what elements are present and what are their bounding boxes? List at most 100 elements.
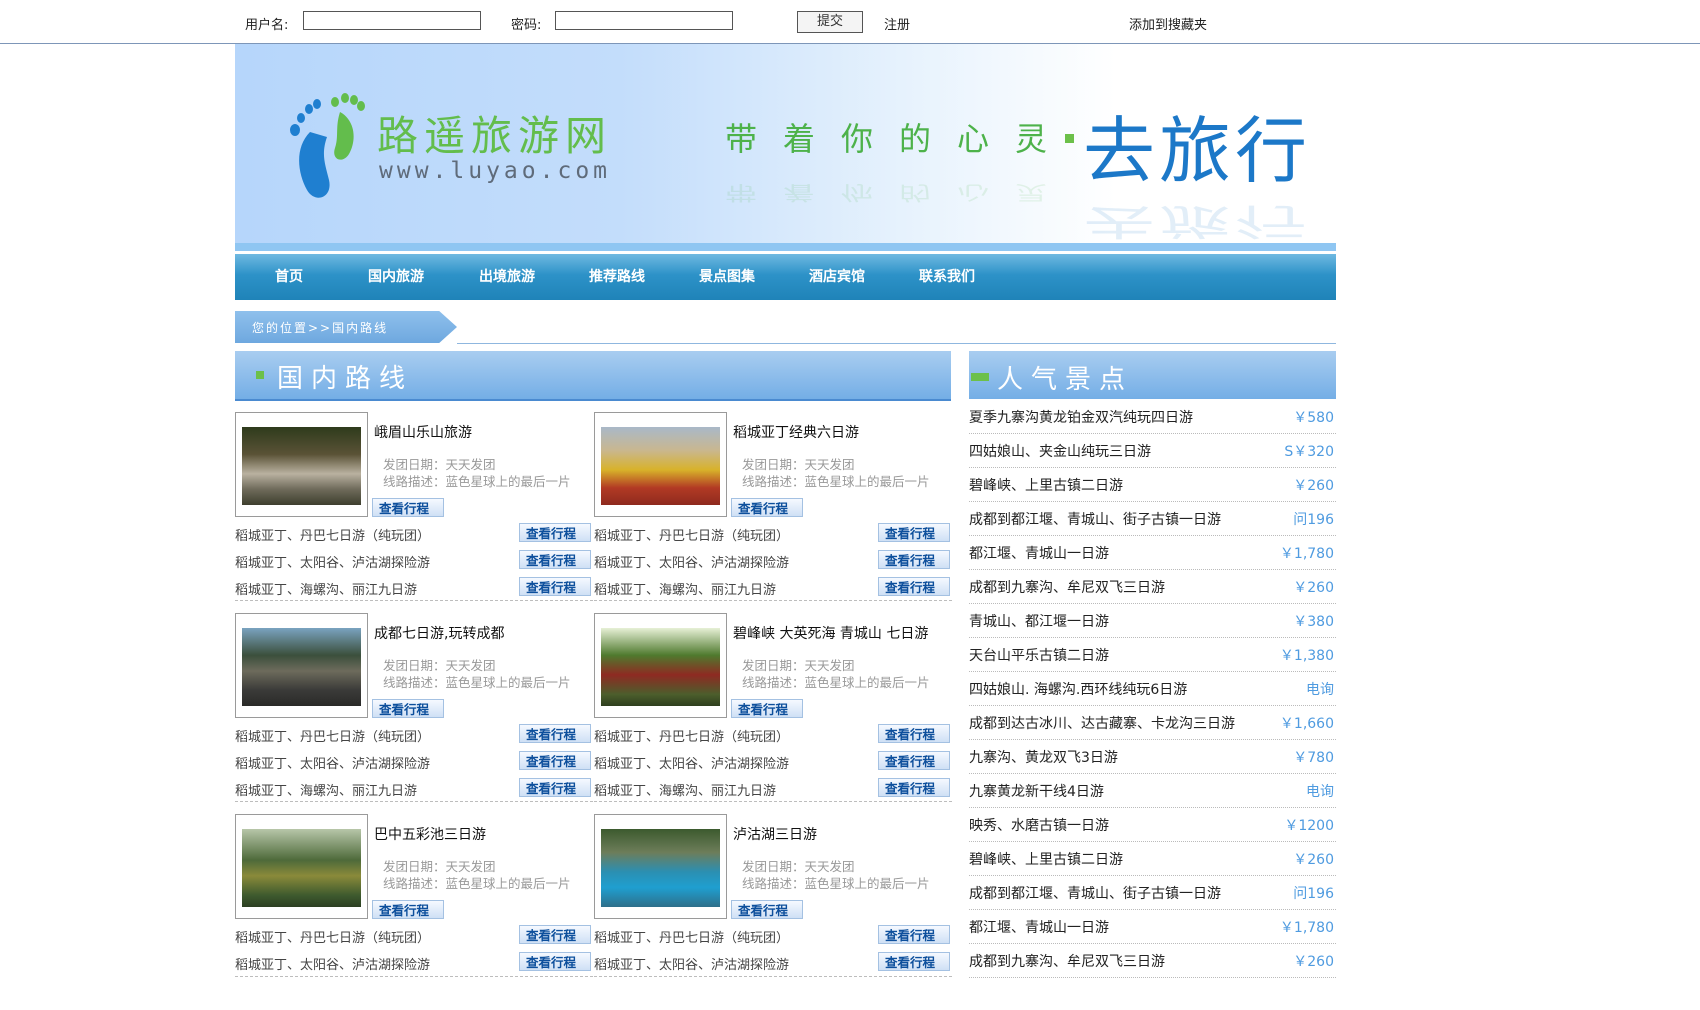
spot-name[interactable]: 青城山、都江堰一日游 (969, 611, 1109, 631)
spot-name[interactable]: 碧峰峡、上里古镇二日游 (969, 475, 1123, 495)
spot-name[interactable]: 成都到达古冰川、达古藏寨、卡龙沟三日游 (969, 713, 1235, 733)
sub-route-row: 稻城亚丁、丹巴七日游（纯玩团） 查看行程 (594, 520, 952, 547)
tour-title[interactable]: 峨眉山乐山旅游 (374, 422, 472, 442)
nav-recommended[interactable]: 推荐路线 (589, 254, 645, 300)
add-favorite-link[interactable]: 添加到搜藏夹 (1129, 14, 1207, 33)
tour-photo (601, 829, 720, 907)
popular-spot-row: 成都到都江堰、青城山、街子古镇一日游 问196 (969, 502, 1336, 536)
view-itinerary-button[interactable]: 查看行程 (878, 751, 950, 770)
breadcrumb: 您的位置>>国内路线 (235, 311, 457, 343)
view-itinerary-button[interactable]: 查看行程 (519, 577, 591, 596)
row-divider (594, 976, 952, 977)
spot-name[interactable]: 成都到九寨沟、牟尼双飞三日游 (969, 951, 1165, 971)
sub-route-name[interactable]: 稻城亚丁、海螺沟、丽江九日游 (235, 579, 417, 598)
view-itinerary-button[interactable]: 查看行程 (731, 498, 803, 517)
submit-button[interactable]: 提交 (797, 11, 863, 33)
nav-hotels[interactable]: 酒店宾馆 (809, 254, 865, 300)
view-itinerary-button[interactable]: 查看行程 (878, 577, 950, 596)
popular-spot-row: 青城山、都江堰一日游 ￥380 (969, 604, 1336, 638)
tour-desc: 线路描述：蓝色星球上的最后一片 (742, 675, 930, 690)
view-itinerary-button[interactable]: 查看行程 (878, 778, 950, 797)
sub-route-row: 稻城亚丁、太阳谷、泸沽湖探险游 查看行程 (594, 748, 952, 775)
sub-route-name[interactable]: 稻城亚丁、海螺沟、丽江九日游 (235, 780, 417, 799)
view-itinerary-button[interactable]: 查看行程 (519, 550, 591, 569)
spot-price: ￥580 (1293, 410, 1334, 426)
sub-route-row: 稻城亚丁、丹巴七日游（纯玩团） 查看行程 (235, 922, 593, 949)
spot-name[interactable]: 碧峰峡、上里古镇二日游 (969, 849, 1123, 869)
spot-name[interactable]: 映秀、水磨古镇一日游 (969, 815, 1109, 835)
sub-route-name[interactable]: 稻城亚丁、太阳谷、泸沽湖探险游 (235, 753, 430, 772)
spot-name[interactable]: 成都到都江堰、青城山、街子古镇一日游 (969, 509, 1221, 529)
view-itinerary-button[interactable]: 查看行程 (878, 724, 950, 743)
spot-name[interactable]: 九寨沟、黄龙双飞3日游 (969, 747, 1118, 767)
sub-route-name[interactable]: 稻城亚丁、太阳谷、泸沽湖探险游 (594, 753, 789, 772)
spot-price: S￥320 (1284, 444, 1334, 460)
tour-title[interactable]: 泸沽湖三日游 (733, 824, 817, 844)
sub-route-name[interactable]: 稻城亚丁、丹巴七日游（纯玩团） (594, 525, 789, 544)
tour-thumbnail[interactable] (235, 613, 368, 718)
tour-thumbnail[interactable] (235, 814, 368, 919)
sub-route-row: 稻城亚丁、太阳谷、泸沽湖探险游 查看行程 (235, 748, 593, 775)
spot-name[interactable]: 成都到都江堰、青城山、街子古镇一日游 (969, 883, 1221, 903)
sub-route-name[interactable]: 稻城亚丁、丹巴七日游（纯玩团） (594, 927, 789, 946)
sub-route-row: 稻城亚丁、太阳谷、泸沽湖探险游 查看行程 (235, 547, 593, 574)
view-itinerary-button[interactable]: 查看行程 (878, 550, 950, 569)
tour-thumbnail[interactable] (594, 412, 727, 517)
nav-outbound[interactable]: 出境旅游 (479, 254, 535, 300)
sub-route-name[interactable]: 稻城亚丁、丹巴七日游（纯玩团） (235, 726, 430, 745)
sub-route-name[interactable]: 稻城亚丁、太阳谷、泸沽湖探险游 (235, 954, 430, 973)
row-divider (594, 600, 952, 601)
view-itinerary-button[interactable]: 查看行程 (519, 523, 591, 542)
spot-name[interactable]: 九寨黄龙新干线4日游 (969, 781, 1104, 801)
view-itinerary-button[interactable]: 查看行程 (372, 900, 444, 919)
tour-thumbnail[interactable] (594, 613, 727, 718)
tour-photo (601, 427, 720, 505)
view-itinerary-button[interactable]: 查看行程 (878, 925, 950, 944)
view-itinerary-button[interactable]: 查看行程 (731, 699, 803, 718)
tour-photo (242, 628, 361, 706)
view-itinerary-button[interactable]: 查看行程 (519, 751, 591, 770)
sub-route-name[interactable]: 稻城亚丁、太阳谷、泸沽湖探险游 (594, 552, 789, 571)
username-input[interactable] (303, 11, 481, 30)
spot-name[interactable]: 成都到九寨沟、牟尼双飞三日游 (969, 577, 1165, 597)
view-itinerary-button[interactable]: 查看行程 (519, 778, 591, 797)
tour-title[interactable]: 巴中五彩池三日游 (374, 824, 486, 844)
tour-thumbnail[interactable] (235, 412, 368, 517)
nav-contact[interactable]: 联系我们 (919, 254, 975, 300)
spot-name[interactable]: 四姑娘山、夹金山纯玩三日游 (969, 441, 1151, 461)
view-itinerary-button[interactable]: 查看行程 (731, 900, 803, 919)
spot-name[interactable]: 天台山平乐古镇二日游 (969, 645, 1109, 665)
tour-thumbnail[interactable] (594, 814, 727, 919)
sub-route-name[interactable]: 稻城亚丁、海螺沟、丽江九日游 (594, 780, 776, 799)
view-itinerary-button[interactable]: 查看行程 (372, 498, 444, 517)
nav-home[interactable]: 首页 (275, 254, 303, 300)
sub-route-name[interactable]: 稻城亚丁、海螺沟、丽江九日游 (594, 579, 776, 598)
popular-spot-row: 成都到都江堰、青城山、街子古镇一日游 问196 (969, 876, 1336, 910)
nav-gallery[interactable]: 景点图集 (699, 254, 755, 300)
view-itinerary-button[interactable]: 查看行程 (519, 925, 591, 944)
view-itinerary-button[interactable]: 查看行程 (372, 699, 444, 718)
password-input[interactable] (555, 11, 733, 30)
sub-route-name[interactable]: 稻城亚丁、丹巴七日游（纯玩团） (235, 927, 430, 946)
spot-name[interactable]: 都江堰、青城山一日游 (969, 543, 1109, 563)
tour-title[interactable]: 稻城亚丁经典六日游 (733, 422, 859, 442)
popular-spot-row: 九寨黄龙新干线4日游 电询 (969, 774, 1336, 808)
tour-title[interactable]: 成都七日游,玩转成都 (374, 623, 504, 643)
view-itinerary-button[interactable]: 查看行程 (878, 952, 950, 971)
tour-title[interactable]: 碧峰峡 大英死海 青城山 七日游 (733, 623, 928, 643)
view-itinerary-button[interactable]: 查看行程 (878, 523, 950, 542)
view-itinerary-button[interactable]: 查看行程 (519, 952, 591, 971)
row-divider (235, 801, 593, 802)
register-link[interactable]: 注册 (884, 14, 910, 33)
spot-name[interactable]: 夏季九寨沟黄龙铂金双汽纯玩四日游 (969, 407, 1193, 427)
spot-name[interactable]: 四姑娘山. 海螺沟.西环线纯玩6日游 (969, 679, 1187, 699)
sub-route-name[interactable]: 稻城亚丁、太阳谷、泸沽湖探险游 (594, 954, 789, 973)
sub-route-name[interactable]: 稻城亚丁、丹巴七日游（纯玩团） (594, 726, 789, 745)
main-nav: 首页 国内旅游 出境旅游 推荐路线 景点图集 酒店宾馆 联系我们 (235, 254, 1336, 300)
nav-domestic[interactable]: 国内旅游 (368, 254, 424, 300)
spot-name[interactable]: 都江堰、青城山一日游 (969, 917, 1109, 937)
sub-route-name[interactable]: 稻城亚丁、丹巴七日游（纯玩团） (235, 525, 430, 544)
tour-photo (242, 427, 361, 505)
view-itinerary-button[interactable]: 查看行程 (519, 724, 591, 743)
sub-route-name[interactable]: 稻城亚丁、太阳谷、泸沽湖探险游 (235, 552, 430, 571)
